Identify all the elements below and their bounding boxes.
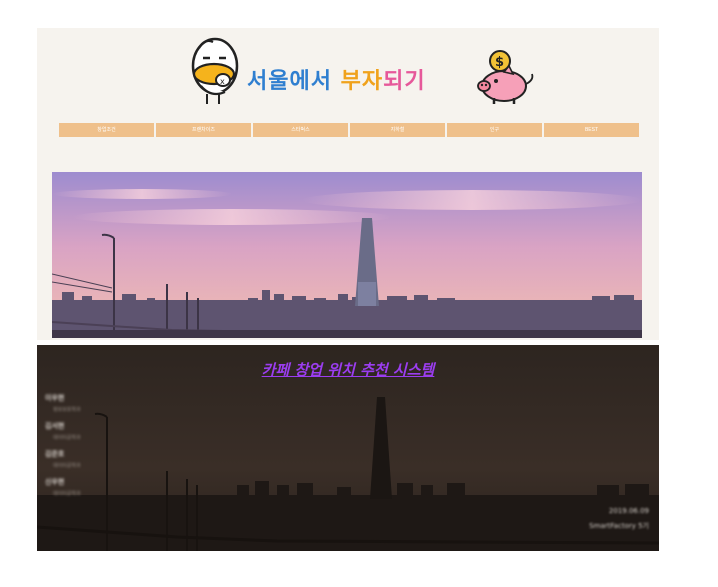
member-name: 신우현 [45, 478, 65, 486]
team-members: 이우현 정보보호학과 김서현 데이터공학과 김준호 데이터공학과 신우현 데이터… [45, 393, 165, 505]
nav-item-franchise[interactable]: 프랜차이즈 [156, 123, 251, 137]
member-name: 김준호 [45, 450, 65, 458]
intro-slide: 카페 창업 위치 추천 시스템 이우현 정보보호학과 김서현 데이터공학과 김준… [37, 345, 659, 551]
nav-item-population[interactable]: 인구 [447, 123, 542, 137]
member-dept: 데이터공학과 [53, 463, 81, 469]
duck-mascot-icon: x [191, 37, 239, 104]
svg-text:x: x [220, 77, 225, 86]
title-slide: x 서울에서 부자되기 $ 창업조건 프랜차이즈 스타벅스 지하철 인구 BES… [37, 28, 659, 340]
member-name: 김서현 [45, 422, 65, 430]
logo-title: 서울에서 부자되기 [247, 63, 426, 95]
member-item: 김준호 데이터공학과 [45, 449, 165, 469]
member-dept: 데이터공학과 [53, 435, 81, 441]
svg-text:$: $ [495, 55, 504, 70]
member-item: 이우현 정보보호학과 [45, 393, 165, 413]
presentation-info: 2019.06.09 SmartFactory 5기 [589, 507, 649, 537]
member-dept: 정보보호학과 [53, 407, 81, 413]
presentation-date: 2019.06.09 [608, 507, 649, 515]
project-title-link[interactable]: 카페 창업 위치 추천 시스템 [37, 359, 659, 380]
seoul-skyline-banner [52, 172, 642, 338]
nav-item-best[interactable]: BEST [544, 123, 639, 137]
nav-item-startup-conditions[interactable]: 창업조건 [59, 123, 154, 137]
member-item: 신우현 데이터공학과 [45, 477, 165, 497]
nav-item-subway[interactable]: 지하철 [350, 123, 445, 137]
logo: x 서울에서 부자되기 $ [37, 28, 659, 116]
team-name: SmartFactory 5기 [589, 522, 649, 530]
main-nav: 창업조건 프랜차이즈 스타벅스 지하철 인구 BEST [59, 123, 639, 137]
member-name: 이우현 [45, 394, 65, 402]
member-item: 김서현 데이터공학과 [45, 421, 165, 441]
logo-title-part-1: 서울에서 [247, 69, 332, 94]
nav-item-starbucks[interactable]: 스타벅스 [253, 123, 348, 137]
logo-title-part-2: 부자 [340, 69, 384, 94]
member-dept: 데이터공학과 [53, 491, 81, 497]
piggy-bank-icon: $ [477, 50, 534, 104]
logo-title-part-3: 되기 [383, 69, 426, 94]
